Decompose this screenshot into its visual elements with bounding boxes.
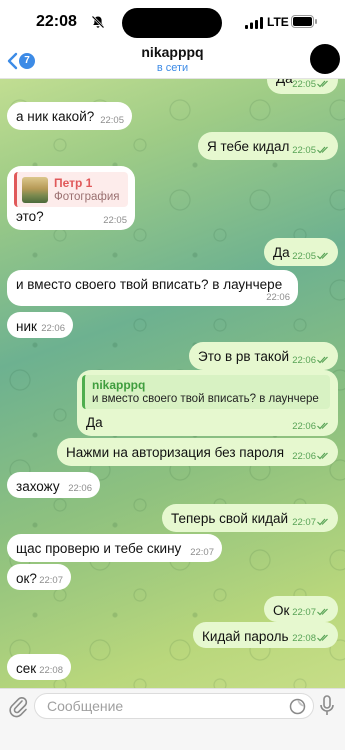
message-time: 22:07 <box>39 575 63 586</box>
message-bubble[interactable]: Я тебе кидал 22:05 <box>198 132 338 160</box>
message-text: ник <box>16 319 37 334</box>
message-time: 22:06 <box>41 323 65 334</box>
message-bubble[interactable]: Это в рв такой 22:06 <box>189 342 338 370</box>
message-text: Да <box>273 245 290 260</box>
reply-subtitle: Фотография <box>54 191 120 203</box>
avatar[interactable] <box>310 44 340 74</box>
message-text: Да <box>86 415 103 430</box>
message-time: 22:08 <box>39 665 63 676</box>
message-time: 22:07 <box>190 547 214 558</box>
message-time: 22:06 <box>68 483 92 494</box>
paperclip-icon[interactable] <box>8 694 28 718</box>
double-check-icon <box>317 518 328 526</box>
message-bubble[interactable]: Теперь свой кидай 22:07 <box>162 504 338 532</box>
message-input-field[interactable] <box>34 693 314 719</box>
message-text: захожу <box>16 479 60 494</box>
dynamic-island <box>122 8 222 38</box>
message-meta: 22:05 <box>292 251 330 262</box>
message-input[interactable] <box>45 697 279 715</box>
message-composer <box>0 688 345 750</box>
message-text: а ник какой? <box>16 109 95 124</box>
message-meta: 22:05 <box>292 79 330 90</box>
double-check-icon <box>317 634 328 642</box>
chat-header: 7 nikapppq в сети <box>0 44 345 79</box>
double-check-icon <box>317 422 328 430</box>
message-text: это? <box>16 209 44 224</box>
double-check-icon <box>317 80 328 88</box>
message-text: Кидай пароль <box>202 629 289 644</box>
message-bubble[interactable]: а ник какой? 22:05 <box>7 102 132 130</box>
message-meta: 22:05 <box>292 145 330 156</box>
signal-icon <box>245 17 263 29</box>
message-bubble[interactable]: захожу 22:06 <box>7 472 100 498</box>
chat-screen: 22:08 LTE 7 nikapppq в сети 22:05 а ник … <box>0 0 345 750</box>
message-bubble[interactable]: Нажми на авторизация без пароля 22:06 <box>57 438 338 466</box>
double-check-icon <box>317 146 328 154</box>
message-bubble[interactable]: ник 22:06 <box>7 312 73 338</box>
network-label: LTE <box>267 15 289 29</box>
message-bubble[interactable]: Да 22:05 <box>264 238 338 266</box>
reply-author: Петр 1 <box>54 176 93 190</box>
message-text: Теперь свой кидай <box>171 511 289 526</box>
reply-preview[interactable]: nikapppq и вместо своего твой вписать? в… <box>82 375 330 409</box>
message-time: 22:05 <box>103 215 127 226</box>
message-text: сек <box>16 661 37 676</box>
message-text: щас проверю и тебе скину <box>16 541 182 556</box>
message-meta: 22:07 <box>292 517 330 528</box>
message-text: Ок <box>273 603 290 618</box>
message-bubble[interactable]: щас проверю и тебе скину 22:07 <box>7 534 222 562</box>
message-bubble[interactable]: Кидай пароль 22:08 <box>193 622 338 648</box>
message-bubble[interactable]: и вместо своего твой вписать? в лаунчере… <box>7 270 298 306</box>
microphone-icon[interactable] <box>319 695 335 717</box>
message-bubble[interactable]: nikapppq и вместо своего твой вписать? в… <box>77 370 338 436</box>
message-meta: 22:06 <box>292 451 330 462</box>
double-check-icon <box>317 452 328 460</box>
double-check-icon <box>317 356 328 364</box>
message-bubble[interactable]: ок? 22:07 <box>7 564 71 590</box>
message-meta: 22:06 <box>292 421 330 432</box>
message-time: 22:05 <box>100 115 124 126</box>
message-text: Это в рв такой <box>198 349 289 364</box>
reply-subtitle: и вместо своего твой вписать? в лаунчере <box>92 393 319 405</box>
reply-photo-thumbnail <box>22 177 48 203</box>
message-time: 22:06 <box>266 292 290 303</box>
message-text: Я тебе кидал <box>207 139 290 154</box>
message-text: и вместо своего твой вписать? в лаунчере <box>16 277 283 292</box>
chat-title[interactable]: nikapppq <box>0 44 345 60</box>
sticker-icon[interactable] <box>289 698 306 715</box>
message-bubble[interactable]: Петр 1 Фотография это? 22:05 <box>7 166 135 230</box>
bell-slash-icon <box>91 15 105 29</box>
message-bubble[interactable]: сек 22:08 <box>7 654 71 680</box>
double-check-icon <box>317 252 328 260</box>
battery-icon <box>291 15 317 28</box>
message-text: ок? <box>16 571 37 586</box>
message-meta: 22:08 <box>292 633 330 644</box>
reply-preview[interactable]: Петр 1 Фотография <box>14 172 128 207</box>
status-time: 22:08 <box>36 13 77 30</box>
message-meta: 22:06 <box>292 355 330 366</box>
message-text: Нажми на авторизация без пароля <box>66 445 285 460</box>
online-status: в сети <box>156 62 189 74</box>
reply-author: nikapppq <box>92 378 146 392</box>
status-bar: 22:08 LTE <box>0 0 345 44</box>
message-bubble[interactable]: Ок 22:07 <box>264 596 338 622</box>
message-meta: 22:07 <box>292 607 330 618</box>
double-check-icon <box>317 608 328 616</box>
